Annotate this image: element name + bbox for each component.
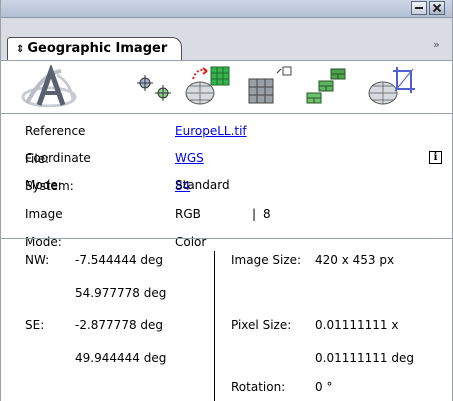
image-size-label: Image Size: <box>231 253 302 267</box>
se-label: SE: <box>25 318 45 332</box>
nw-y-value: 54.977778 deg <box>75 286 167 300</box>
panel-menu-chevron-icon[interactable]: » <box>433 38 440 51</box>
rotation-value: 0 ° <box>315 380 333 394</box>
geographic-imager-panel: ⇕ Geographic Imager » Reference File: Eu… <box>0 0 453 401</box>
panel-tab-strip: ⇕ Geographic Imager » <box>1 18 452 61</box>
mode-value: Standard <box>175 178 230 192</box>
nw-label: NW: <box>25 253 50 267</box>
pixel-size-y-value: 0.01111111 deg <box>315 351 414 365</box>
tab-expand-arrow-icon: ⇕ <box>16 44 25 55</box>
tile-icon[interactable] <box>305 67 349 105</box>
minimize-icon[interactable] <box>411 1 427 15</box>
tab-geographic-imager[interactable]: ⇕ Geographic Imager <box>7 37 183 60</box>
mosaic-icon[interactable] <box>247 65 293 105</box>
mode-label: Mode: <box>25 178 62 192</box>
rotation-label: Rotation: <box>231 380 286 394</box>
tool-icon-bar <box>1 61 452 113</box>
info-icon[interactable]: i <box>429 151 442 164</box>
pixel-size-label: Pixel Size: <box>231 318 292 332</box>
column-divider <box>214 251 215 401</box>
nw-x-value: -7.544444 deg <box>75 253 164 267</box>
close-icon[interactable] <box>429 1 445 15</box>
reference-file-link[interactable]: EuropeLL.tif <box>175 117 247 145</box>
image-size-value: 420 x 453 px <box>315 253 395 267</box>
reproject-crop-icon[interactable] <box>367 63 419 107</box>
divider <box>1 113 452 114</box>
tab-label: Geographic Imager <box>27 41 168 56</box>
pixel-size-x-value: 0.01111111 x <box>315 318 399 332</box>
bit-depth-divider: | <box>252 207 257 221</box>
logo-icon <box>21 65 77 107</box>
image-mode-value: RGB Color <box>175 207 207 249</box>
transform-icon[interactable] <box>183 63 233 107</box>
image-mode-label: Image Mode: <box>25 207 63 249</box>
divider <box>1 238 452 239</box>
panel-title-bar[interactable] <box>1 0 452 18</box>
georeference-icon[interactable] <box>135 73 175 105</box>
se-x-value: -2.877778 deg <box>75 318 164 332</box>
bit-depth-value: 8 <box>263 207 271 221</box>
se-y-value: 49.944444 deg <box>75 351 167 365</box>
